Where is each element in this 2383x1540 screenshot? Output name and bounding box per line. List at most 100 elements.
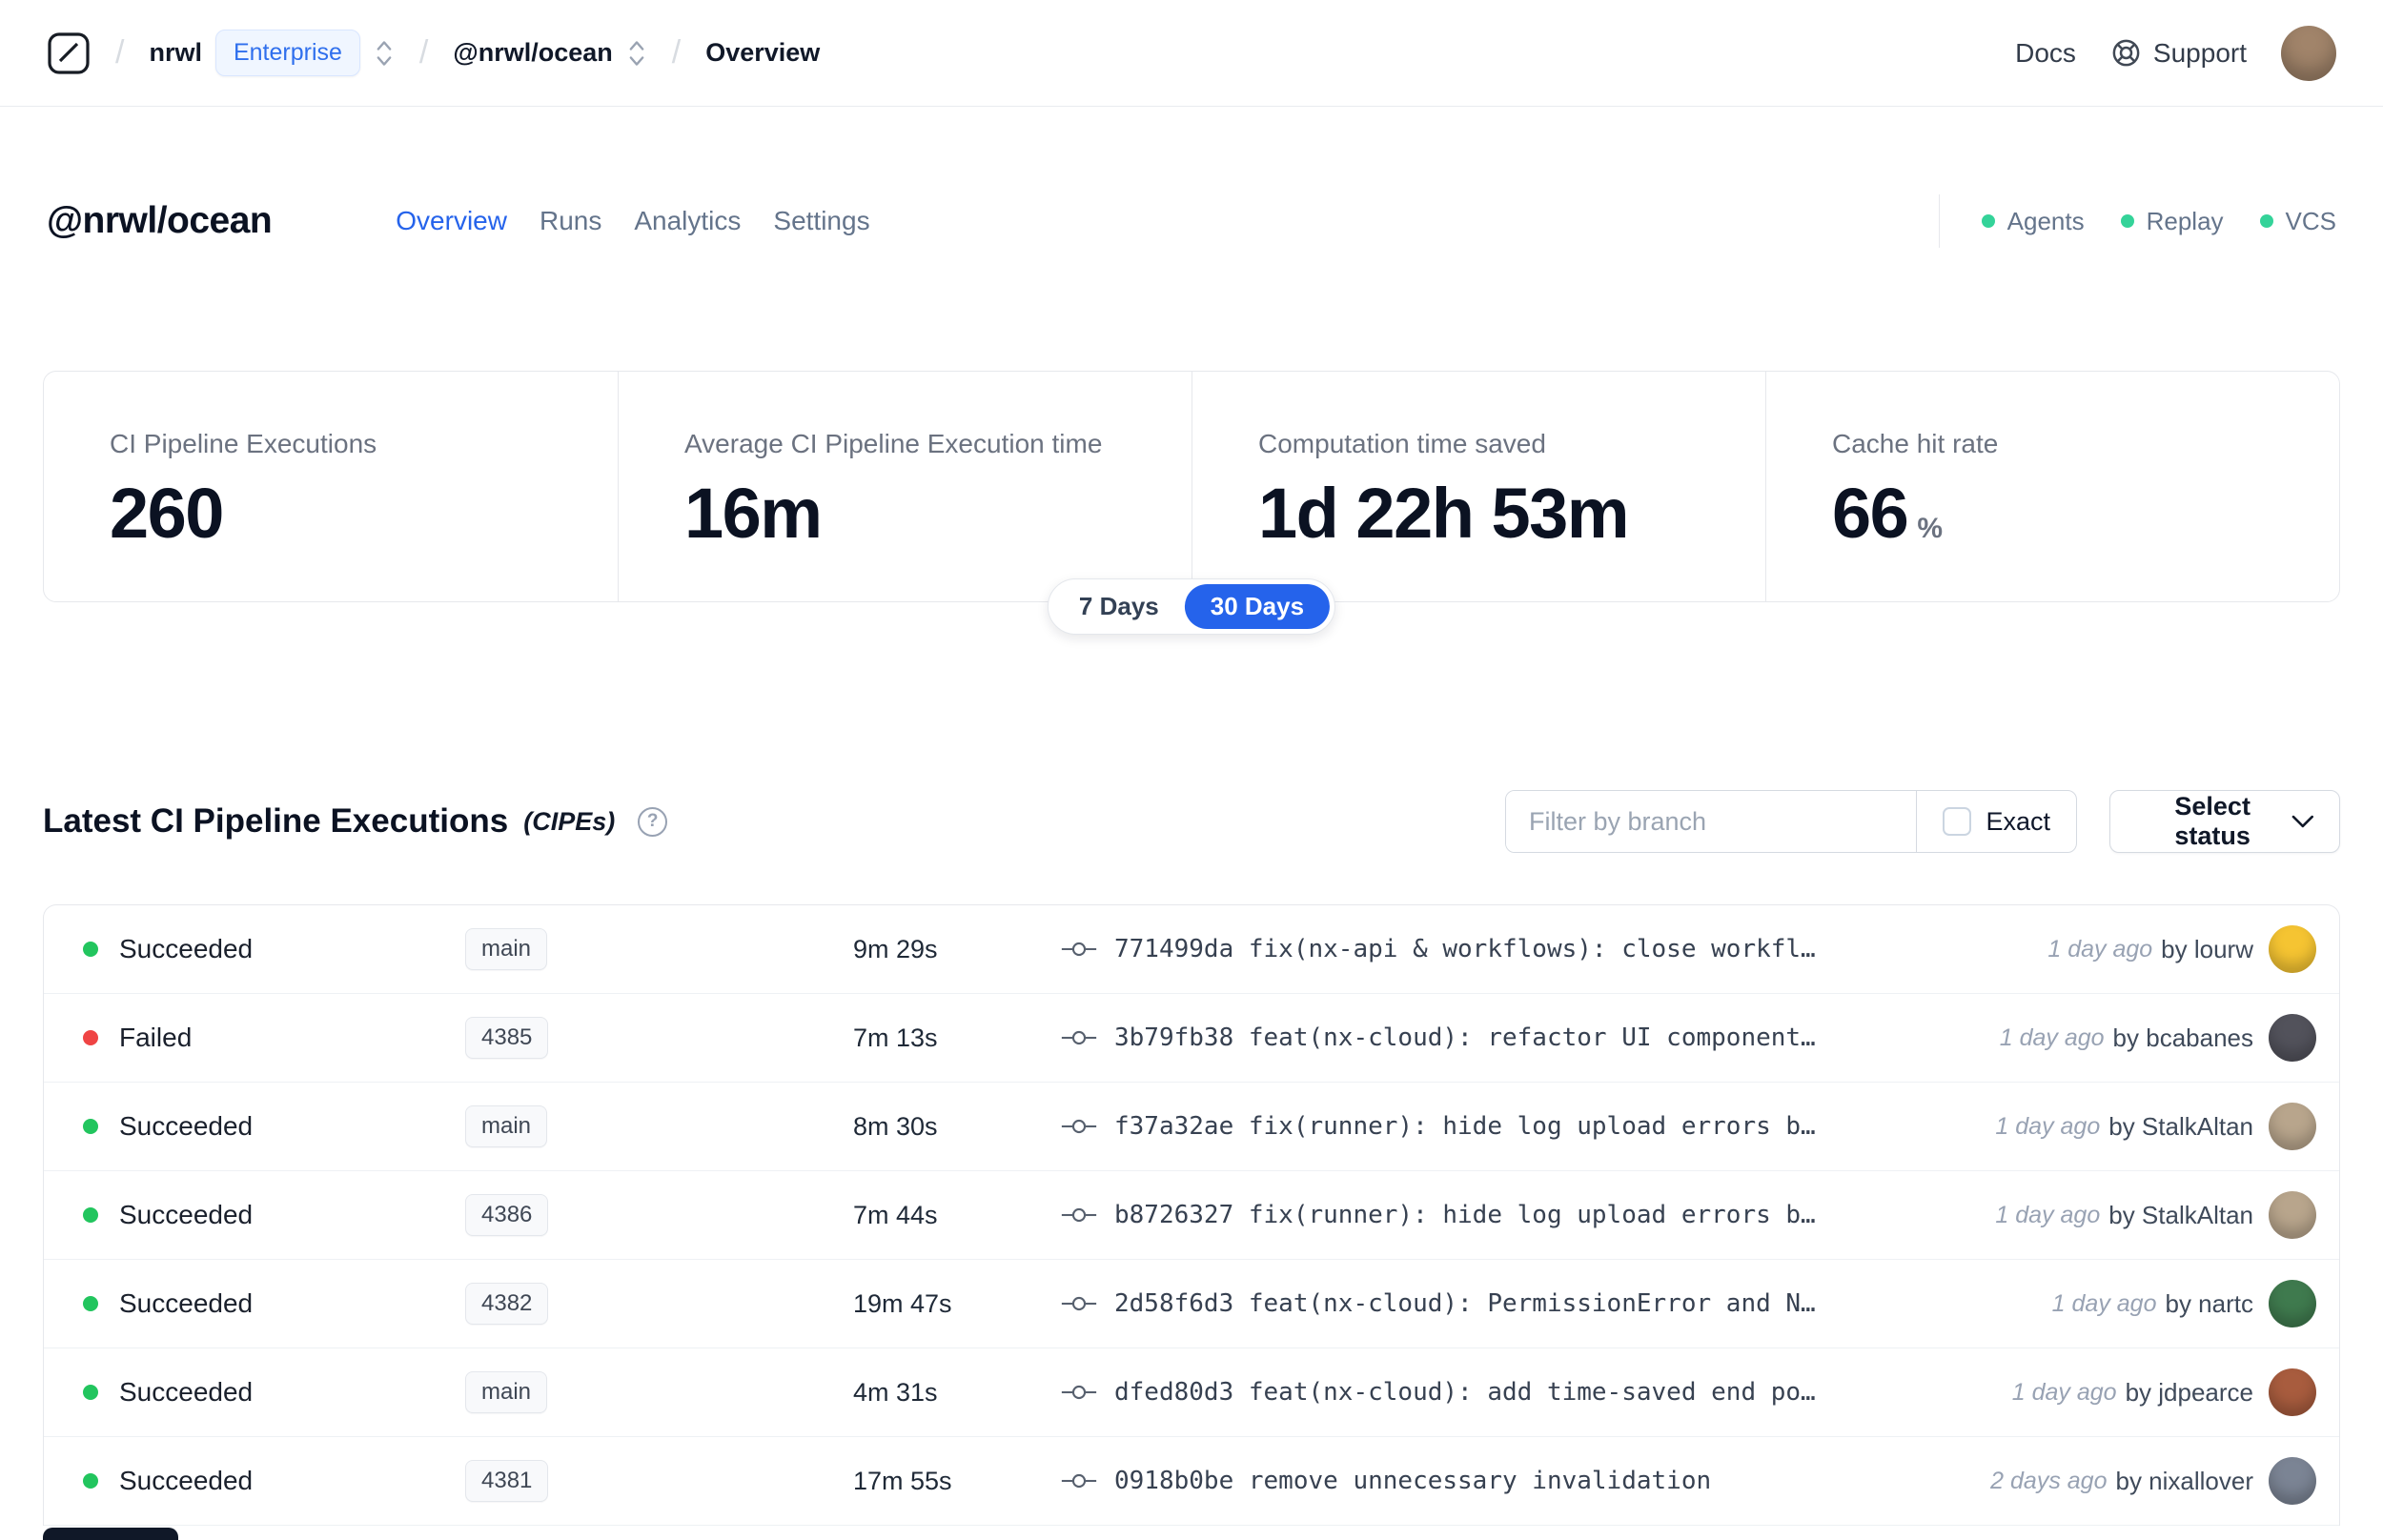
branch-cell: 4381 [465, 1460, 853, 1502]
status-dot-icon [83, 942, 98, 957]
author-label: by StalkAltan [2108, 1111, 2253, 1141]
branch-badge[interactable]: 4385 [465, 1017, 549, 1059]
git-commit-icon [1061, 1207, 1097, 1223]
support-label: Support [2152, 37, 2247, 68]
time-ago: 1 day ago [2051, 1289, 2157, 1317]
commit-cell: b8726327 fix(runner): hide log upload er… [1061, 1201, 1995, 1229]
exact-label: Exact [1986, 806, 2050, 836]
branch-cell: main [465, 928, 853, 970]
breadcrumb-page: Overview [705, 38, 821, 67]
status-label: Succeeded [119, 1377, 254, 1407]
table-row[interactable]: Succeeded 4382 19m 47s 2d58f6d3 feat(nx-… [44, 1260, 2339, 1348]
status-cell: Failed [44, 1023, 465, 1053]
branch-badge[interactable]: main [465, 1105, 548, 1147]
nx-cloud-logo-icon[interactable] [47, 31, 91, 75]
legend-item-replay[interactable]: Replay [2120, 206, 2224, 236]
legend-label: Replay [2146, 206, 2224, 235]
author-avatar [2269, 925, 2316, 973]
status-select-label: Select status [2174, 792, 2251, 850]
status-select-dropdown[interactable]: Select status [2109, 790, 2340, 853]
branch-badge[interactable]: main [465, 928, 548, 970]
duration-label: 4m 31s [853, 1377, 938, 1407]
stat-card-ci-pipeline-executions: CI Pipeline Executions 260 [44, 372, 618, 601]
chevron-updown-icon[interactable] [374, 38, 395, 69]
status-label: Succeeded [119, 1200, 254, 1229]
stat-label: Average CI Pipeline Execution time [684, 429, 1103, 458]
table-row[interactable]: Succeeded main 4m 31s dfed80d3 feat(nx-c… [44, 1348, 2339, 1437]
legend-item-vcs[interactable]: VCS [2259, 206, 2336, 236]
legend-label: Agents [2006, 206, 2085, 235]
chevron-updown-icon[interactable] [626, 38, 647, 69]
table-row[interactable]: Succeeded 4381 17m 55s 0918b0be remove u… [44, 1437, 2339, 1526]
stats-card-row: CI Pipeline Executions 260 Average CI Pi… [43, 371, 2340, 602]
legend-item-agents[interactable]: Agents [1981, 206, 2085, 236]
stat-label: CI Pipeline Executions [110, 429, 377, 458]
tab-overview[interactable]: Overview [396, 206, 507, 236]
commit-cell: dfed80d3 feat(nx-cloud): add time-saved … [1061, 1378, 2012, 1407]
partial-bottom-element [43, 1528, 178, 1540]
author-avatar [2269, 1280, 2316, 1327]
commit-message: 0918b0be remove unnecessary invalidation [1114, 1467, 1712, 1495]
branch-badge[interactable]: main [465, 1371, 548, 1413]
section-title: Latest CI Pipeline Executions [43, 802, 509, 840]
range-option-7-days[interactable]: 7 Days [1052, 584, 1185, 629]
status-dot-icon [83, 1119, 98, 1134]
meta-cell: 1 day ago by bcabanes [2000, 1014, 2339, 1062]
top-navbar: / nrwl Enterprise / @nrwl/ocean / Overvi… [0, 0, 2383, 107]
legend-label: VCS [2285, 206, 2336, 235]
help-icon[interactable]: ? [638, 806, 668, 837]
status-cell: Succeeded [44, 1377, 465, 1408]
tab-settings[interactable]: Settings [773, 206, 869, 236]
stat-label: Computation time saved [1258, 429, 1546, 458]
user-avatar[interactable] [2281, 25, 2336, 81]
author-label: by nixallover [2115, 1466, 2253, 1495]
stat-suffix: % [1917, 513, 1943, 544]
commit-cell: 2d58f6d3 feat(nx-cloud): PermissionError… [1061, 1289, 2052, 1318]
status-cell: Succeeded [44, 1288, 465, 1319]
branch-cell: 4385 [465, 1017, 853, 1059]
status-dot-icon [83, 1207, 98, 1223]
branch-cell: main [465, 1371, 853, 1413]
author-label: by StalkAltan [2108, 1200, 2253, 1229]
duration-label: 19m 47s [853, 1288, 952, 1318]
docs-link[interactable]: Docs [2015, 38, 2076, 69]
vertical-divider [1938, 194, 1940, 248]
time-ago: 1 day ago [1999, 1023, 2105, 1051]
exact-match-segment: Exact [1916, 791, 2076, 852]
author-avatar [2269, 1191, 2316, 1239]
duration-label: 8m 30s [853, 1111, 938, 1141]
workspace-name[interactable]: @nrwl/ocean [453, 38, 612, 68]
stat-value: 66 [1832, 474, 1909, 553]
branch-cell: 4386 [465, 1194, 853, 1236]
exact-checkbox[interactable] [1943, 807, 1972, 836]
tab-analytics[interactable]: Analytics [634, 206, 741, 236]
table-row[interactable]: Succeeded main 9m 29s 771499da fix(nx-ap… [44, 905, 2339, 994]
green-dot-icon [1981, 214, 1995, 228]
stat-label: Cache hit rate [1832, 429, 1999, 458]
stat-card-cache-hit-rate: Cache hit rate 66 % [1765, 372, 2339, 601]
range-option-30-days[interactable]: 30 Days [1184, 584, 1331, 629]
git-commit-icon [1061, 1296, 1097, 1311]
org-name[interactable]: nrwl [149, 38, 202, 68]
branch-badge[interactable]: 4381 [465, 1460, 549, 1502]
breadcrumb-separator: / [115, 34, 125, 71]
table-row[interactable]: Succeeded main 8m 30s f37a32ae fix(runne… [44, 1083, 2339, 1171]
branch-filter-input[interactable] [1506, 791, 1917, 852]
workspace-switcher: @nrwl/ocean [453, 38, 646, 69]
status-label: Failed [119, 1023, 193, 1052]
status-cell: Succeeded [44, 1466, 465, 1496]
table-row[interactable]: Succeeded 4386 7m 44s b8726327 fix(runne… [44, 1171, 2339, 1260]
commit-cell: 0918b0be remove unnecessary invalidation [1061, 1467, 1990, 1495]
branch-cell: main [465, 1105, 853, 1147]
tab-runs[interactable]: Runs [540, 206, 601, 236]
branch-badge[interactable]: 4382 [465, 1283, 549, 1325]
time-ago: 1 day ago [1995, 1201, 2101, 1228]
support-link[interactable]: Support [2110, 37, 2247, 69]
table-row[interactable]: Failed 4385 7m 13s 3b79fb38 feat(nx-clou… [44, 994, 2339, 1083]
commit-cell: 3b79fb38 feat(nx-cloud): refactor UI com… [1061, 1023, 2000, 1052]
commit-message: b8726327 fix(runner): hide log upload er… [1114, 1201, 1816, 1229]
stat-card-computation-time-saved: Computation time saved 1d 22h 53m [1192, 372, 1765, 601]
duration-label: 17m 55s [853, 1466, 952, 1495]
branch-badge[interactable]: 4386 [465, 1194, 549, 1236]
commit-message: f37a32ae fix(runner): hide log upload er… [1114, 1112, 1816, 1141]
